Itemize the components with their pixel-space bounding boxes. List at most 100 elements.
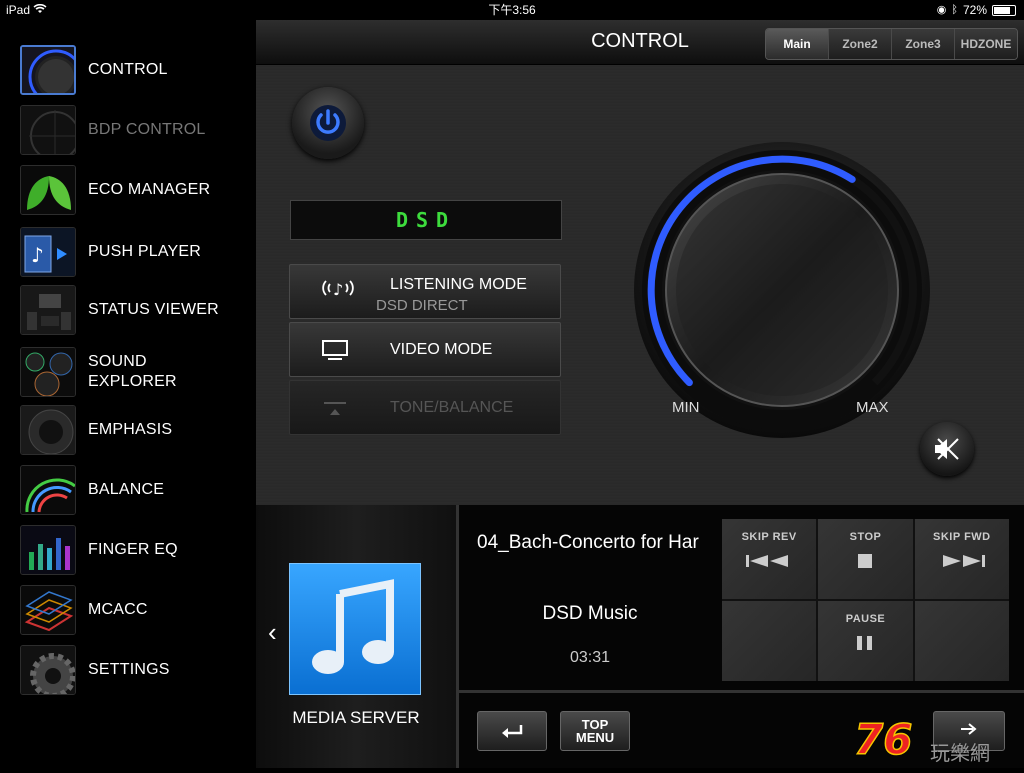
status-bar: iPad 下午3:56 ◉ ᛒ 72%: [0, 0, 1024, 20]
skip-fwd-button[interactable]: SKIP FWD: [914, 519, 1009, 599]
sidebar-item-label: SOUND EXPLORER: [88, 353, 177, 390]
power-icon: [310, 105, 346, 141]
elapsed-time: 03:31: [569, 649, 611, 666]
stop-icon: [857, 553, 873, 574]
monitor-icon: [320, 339, 350, 366]
divider: [459, 690, 1024, 693]
sidebar-item-label: BDP CONTROL: [88, 121, 206, 138]
sidebar-item-label: MCACC: [88, 601, 148, 618]
status-viewer-icon: [20, 285, 76, 335]
chevron-left-icon[interactable]: ‹: [268, 617, 277, 648]
music-note-icon: [312, 579, 394, 674]
svg-text:♪: ♪: [333, 280, 343, 299]
skip-forward-icon: [937, 553, 987, 574]
sound-explorer-icon: [20, 347, 76, 397]
sidebar-item-label: FINGER EQ: [88, 541, 178, 558]
lock-rotation-icon: ◉: [936, 4, 947, 16]
top-menu-label: TOP MENU: [575, 717, 615, 745]
sidebar-item-label: ECO MANAGER: [88, 181, 211, 198]
transport-empty-left: [722, 601, 817, 681]
svg-text:76: 76: [854, 716, 912, 764]
music-note-waves-icon: ♪: [320, 277, 356, 304]
skip-fwd-label: SKIP FWD: [933, 531, 991, 543]
volume-max-label: MAX: [856, 399, 889, 416]
sidebar-item-label: CONTROL: [88, 61, 168, 78]
transport-empty-right: [914, 601, 1009, 681]
sidebar-item-status-viewer[interactable]: STATUS VIEWER: [20, 284, 250, 336]
return-button[interactable]: [477, 711, 547, 751]
skip-rev-label: SKIP REV: [741, 531, 797, 543]
return-icon: [502, 725, 523, 738]
input-display: DSD: [290, 200, 562, 240]
volume-knob[interactable]: [632, 140, 932, 440]
power-button[interactable]: [292, 87, 364, 159]
tone-balance-button[interactable]: TONE/BALANCE: [289, 380, 561, 435]
tone-balance-icon: [320, 399, 350, 424]
watermark-logo: 76 76 玩樂網: [853, 714, 1024, 768]
stop-button[interactable]: STOP: [818, 519, 913, 599]
equalizer-icon: [20, 525, 76, 575]
skip-back-icon: [744, 553, 794, 574]
sidebar-item-label: PUSH PLAYER: [88, 243, 202, 260]
sidebar-item-sound-explorer[interactable]: SOUND EXPLORER: [20, 346, 250, 398]
listening-mode-value: DSD DIRECT: [376, 297, 468, 314]
control-knob-icon: [20, 45, 76, 95]
push-player-icon: ♪: [20, 227, 76, 277]
sidebar-item-balance[interactable]: BALANCE: [20, 464, 250, 516]
zone-selector: Main Zone2 Zone3 HDZONE: [765, 28, 1018, 60]
status-time: 下午3:56: [488, 3, 536, 17]
sidebar-item-push-player[interactable]: ♪ PUSH PLAYER: [20, 226, 250, 278]
battery-icon: [992, 4, 1016, 16]
video-mode-button[interactable]: VIDEO MODE: [289, 322, 561, 377]
top-menu-button[interactable]: TOP MENU: [560, 711, 630, 751]
sidebar: CONTROL BDP CONTROL ECO MANAGER ♪ PUSH P…: [0, 20, 254, 768]
skip-rev-button[interactable]: SKIP REV: [722, 519, 817, 599]
listening-mode-button[interactable]: ♪ LISTENING MODE DSD DIRECT: [289, 264, 561, 319]
sidebar-item-settings[interactable]: SETTINGS: [20, 644, 250, 696]
watermark-subtext: 玩樂網: [930, 741, 990, 765]
pause-label: PAUSE: [845, 613, 886, 625]
leaf-icon: [20, 165, 76, 215]
sidebar-item-control[interactable]: CONTROL: [20, 44, 250, 96]
gear-icon: [20, 645, 76, 695]
control-panel: DSD ♪ LISTENING MODE DSD DIRECT VIDEO MO…: [256, 65, 1024, 505]
pause-icon: [855, 635, 875, 656]
mute-icon: [935, 438, 959, 460]
stop-label: STOP: [849, 531, 882, 543]
tab-zone3[interactable]: Zone3: [891, 29, 954, 59]
album-name: DSD Music: [542, 603, 638, 624]
tab-zone2[interactable]: Zone2: [828, 29, 891, 59]
sidebar-item-eco-manager[interactable]: ECO MANAGER: [20, 164, 250, 216]
source-selector: ‹ MEDIA SERVER: [256, 505, 456, 768]
bluetooth-icon: ᛒ: [951, 4, 958, 16]
svg-text:♪: ♪: [31, 243, 44, 267]
tab-main[interactable]: Main: [766, 29, 828, 59]
tab-hdzone[interactable]: HDZONE: [954, 29, 1017, 59]
track-title: 04_Bach-Concerto for Har: [477, 532, 699, 553]
media-server-tile[interactable]: [289, 563, 421, 695]
speaker-icon: [20, 405, 76, 455]
listening-mode-label: LISTENING MODE: [390, 276, 527, 293]
sidebar-item-bdp-control[interactable]: BDP CONTROL: [20, 104, 250, 156]
now-playing: 04_Bach-Concerto for Har DSD Music 03:31: [459, 505, 721, 690]
bdp-control-icon: [20, 105, 76, 155]
sidebar-item-label: SETTINGS: [88, 661, 170, 678]
sidebar-item-finger-eq[interactable]: FINGER EQ: [20, 524, 250, 576]
header-bar: CONTROL Main Zone2 Zone3 HDZONE: [256, 20, 1024, 65]
video-mode-label: VIDEO MODE: [390, 341, 493, 358]
transport-controls: SKIP REV STOP SKIP FWD PAUSE: [722, 519, 1009, 681]
volume-min-label: MIN: [672, 399, 700, 416]
mode-buttons: ♪ LISTENING MODE DSD DIRECT VIDEO MODE T…: [289, 264, 561, 438]
tone-balance-label: TONE/BALANCE: [390, 399, 514, 416]
sidebar-item-label: BALANCE: [88, 481, 165, 498]
status-right: ◉ ᛒ 72%: [937, 0, 1016, 20]
battery-percent: 72%: [962, 3, 987, 17]
mute-button[interactable]: [920, 422, 974, 476]
sidebar-item-emphasis[interactable]: EMPHASIS: [20, 404, 250, 456]
sidebar-item-label: EMPHASIS: [88, 421, 173, 438]
pause-button[interactable]: PAUSE: [818, 601, 913, 681]
sidebar-item-label: STATUS VIEWER: [88, 301, 219, 318]
sidebar-item-mcacc[interactable]: MCACC: [20, 584, 250, 636]
source-label: MEDIA SERVER: [292, 708, 420, 727]
balance-icon: [20, 465, 76, 515]
